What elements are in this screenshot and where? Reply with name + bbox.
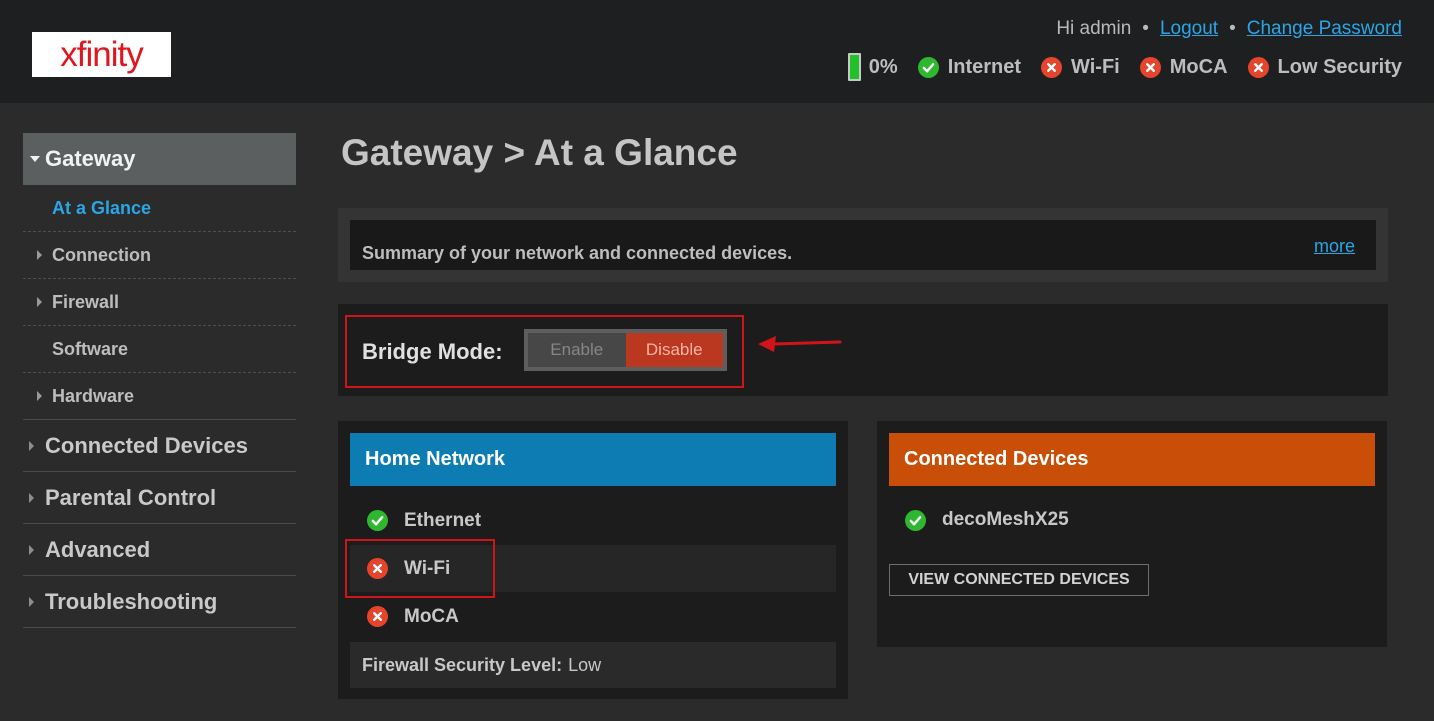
home-network-header: Home Network <box>350 433 836 486</box>
firewall-value: Low <box>568 654 602 675</box>
home-network-panel: Home Network Ethernet Wi-Fi MoCA Firewal… <box>338 421 848 699</box>
firewall-security-level: Firewall Security Level: Low <box>350 642 836 688</box>
sidebar-subitem-at-a-glance[interactable]: At a Glance <box>23 185 296 232</box>
sidebar-subitem-software[interactable]: Software <box>23 326 296 373</box>
separator-dot: • <box>1142 18 1149 39</box>
bridge-disable-button[interactable]: Disable <box>625 333 723 367</box>
summary-panel: Summary of your network and connected de… <box>338 208 1388 282</box>
summary-text: Summary of your network and connected de… <box>362 243 793 263</box>
page-title: Gateway > At a Glance <box>341 132 738 173</box>
home-network-item-label: Ethernet <box>404 509 482 531</box>
battery-icon <box>847 53 861 81</box>
status-label: MoCA <box>1169 55 1228 78</box>
sidebar-item-connected-devices[interactable]: Connected Devices <box>23 420 296 472</box>
sidebar-item-parental-control[interactable]: Parental Control <box>23 472 296 524</box>
connected-devices-header: Connected Devices <box>889 433 1375 486</box>
greeting-text: Hi admin <box>1056 18 1132 39</box>
battery-label: 0% <box>868 55 898 78</box>
sidebar-item-troubleshooting[interactable]: Troubleshooting <box>23 576 296 628</box>
user-bar: Hi admin • Logout • Change Password <box>1056 18 1402 40</box>
caret-right-icon <box>37 297 42 307</box>
more-link[interactable]: more <box>1314 236 1355 257</box>
bridge-enable-button[interactable]: Enable <box>528 333 626 367</box>
sidebar-item-label: Troubleshooting <box>45 588 218 614</box>
status-label: Low Security <box>1277 55 1402 78</box>
caret-right-icon <box>29 544 34 555</box>
sidebar-item-gateway[interactable]: Gateway <box>23 133 296 185</box>
sidebar-subitem-firewall[interactable]: Firewall <box>23 279 296 326</box>
device-name: decoMeshX25 <box>942 509 1069 530</box>
sidebar-item-label: Connection <box>52 244 151 265</box>
x-icon <box>1247 56 1269 78</box>
view-connected-devices-button[interactable]: VIEW CONNECTED DEVICES <box>889 564 1149 596</box>
bridge-mode-panel: Bridge Mode: Enable Disable <box>338 304 1388 396</box>
annotation-arrow <box>758 336 842 352</box>
sidebar-item-label: Gateway <box>45 146 136 171</box>
status-bar: 0% Internet Wi-Fi MoCA Low Security <box>847 52 1402 82</box>
home-network-item-label: MoCA <box>404 605 459 627</box>
device-row: decoMeshX25 <box>905 509 1069 531</box>
sidebar-item-label: Parental Control <box>45 484 217 510</box>
firewall-label: Firewall Security Level: <box>362 654 563 675</box>
caret-right-icon <box>29 440 34 451</box>
annotation-highlight-box: Bridge Mode: Enable Disable <box>345 315 744 388</box>
status-internet: Internet <box>917 55 1022 79</box>
summary-box: Summary of your network and connected de… <box>350 220 1376 270</box>
x-icon <box>1139 56 1161 78</box>
sidebar-item-label: Firewall <box>52 291 120 312</box>
sidebar-item-label: Software <box>52 338 129 359</box>
check-icon <box>367 510 388 531</box>
logout-link[interactable]: Logout <box>1160 18 1218 40</box>
status-moca: MoCA <box>1139 55 1228 79</box>
status-label: Wi-Fi <box>1071 55 1120 78</box>
bridge-mode-label: Bridge Mode: <box>362 339 503 364</box>
sidebar-nav: Gateway At a Glance Connection Firewall … <box>23 133 296 628</box>
check-icon <box>905 509 926 531</box>
annotation-highlight-box <box>345 539 495 598</box>
status-security: Low Security <box>1247 55 1402 79</box>
separator-dot: • <box>1229 18 1236 39</box>
battery-status: 0% <box>847 53 898 81</box>
bridge-mode-toggle[interactable]: Enable Disable <box>524 329 727 371</box>
caret-right-icon <box>29 596 34 607</box>
x-icon <box>367 606 388 627</box>
sidebar-item-advanced[interactable]: Advanced <box>23 524 296 576</box>
sidebar-item-label: At a Glance <box>52 197 152 218</box>
sidebar-item-label: Hardware <box>52 385 135 406</box>
caret-right-icon <box>37 391 42 401</box>
caret-right-icon <box>37 250 42 260</box>
status-label: Internet <box>947 55 1022 78</box>
xfinity-logo[interactable]: xfinity <box>32 32 171 77</box>
sidebar-item-label: Connected Devices <box>45 432 248 458</box>
change-password-link[interactable]: Change Password <box>1247 18 1402 40</box>
status-wifi: Wi-Fi <box>1041 56 1120 79</box>
sidebar-item-label: Advanced <box>45 536 151 562</box>
sidebar-subitem-connection[interactable]: Connection <box>23 232 296 279</box>
x-icon <box>1041 56 1063 78</box>
home-network-row-moca: MoCA <box>350 593 836 640</box>
caret-right-icon <box>29 492 34 503</box>
top-header: xfinity Hi admin • Logout • Change Passw… <box>0 0 1434 103</box>
check-icon <box>917 56 939 78</box>
caret-down-icon <box>30 156 40 162</box>
connected-devices-panel: Connected Devices decoMeshX25 VIEW CONNE… <box>877 421 1387 647</box>
home-network-row-ethernet: Ethernet <box>350 497 836 544</box>
sidebar-subitem-hardware[interactable]: Hardware <box>23 373 296 420</box>
